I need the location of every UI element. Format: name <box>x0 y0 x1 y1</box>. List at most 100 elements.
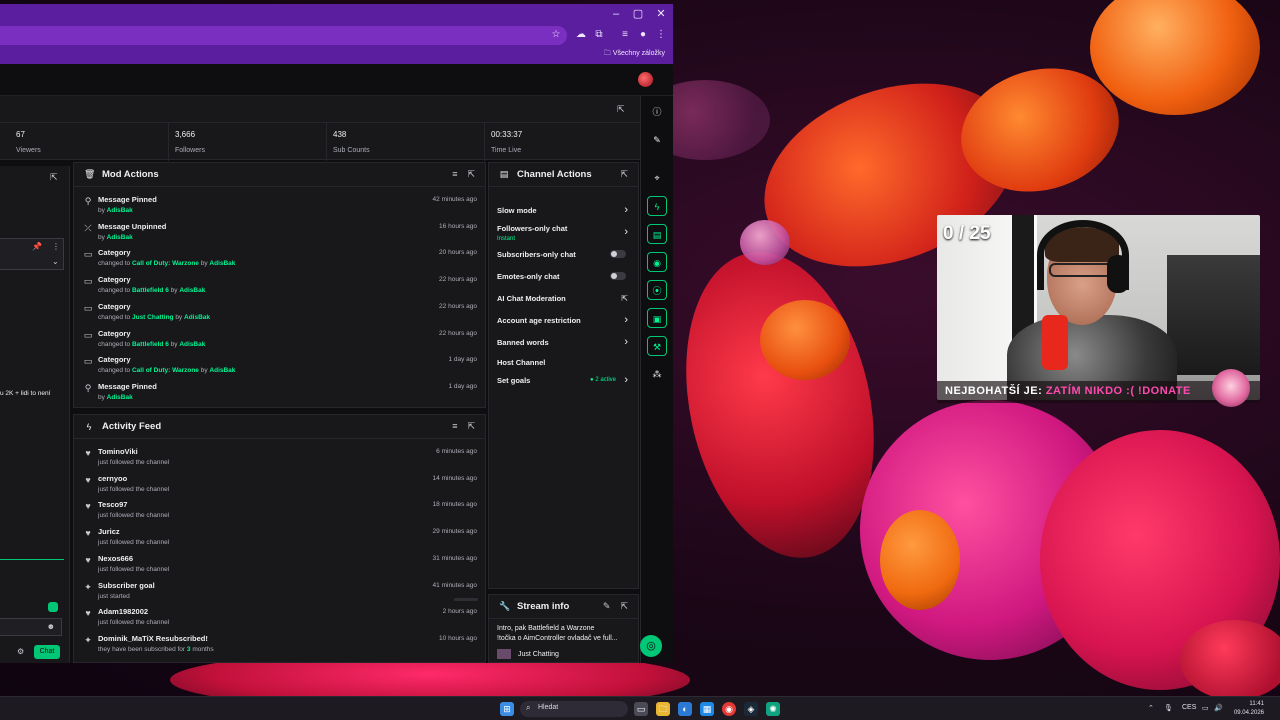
focus-icon[interactable]: ⌖ <box>647 168 667 188</box>
popout-icon[interactable]: ⇱ <box>467 421 475 432</box>
mod-action-item[interactable]: ▭ Category changed to Battlefield 6 by Adi… <box>82 327 479 353</box>
toggle-switch[interactable] <box>610 250 626 258</box>
detail-highlight: Call of Duty: Warzone <box>131 260 199 268</box>
store-icon[interactable]: ▦ <box>700 702 714 716</box>
info-icon[interactable]: ⓘ <box>647 102 667 122</box>
chevron-right-icon[interactable]: › <box>624 226 628 238</box>
detail-prefix: changed to <box>98 367 132 375</box>
detail-prefix: by <box>98 393 107 401</box>
translate-icon[interactable]: ≡ <box>618 28 632 42</box>
channel-action-followers-only-chat[interactable]: Followers-only chat Instant › <box>497 223 630 245</box>
avatar[interactable] <box>638 72 653 87</box>
stat-value: 438 <box>333 130 347 139</box>
task-view-icon[interactable]: ▭ <box>634 702 648 716</box>
quick-actions-rail: ⓘ ✎ ⌖ ϟ ▤ ◉ ⦿ ▣ ⚒ ⁂ <box>640 96 673 663</box>
taskbar-search[interactable]: ⌕ Hledat <box>520 701 628 717</box>
chat-send-button[interactable]: Chat <box>34 645 60 659</box>
popout-icon[interactable]: ⇱ <box>620 601 628 612</box>
network-icon[interactable]: ▭ <box>1202 704 1209 712</box>
maximize-icon[interactable]: ▢ <box>630 6 646 22</box>
activity-item[interactable]: ♥ cernyoo just followed the channel 14 minu… <box>82 472 479 498</box>
channel-action-sub: Instant <box>497 236 516 242</box>
mod-action-item[interactable]: ▭ Category changed to Call of Duty: Warzon… <box>82 353 479 379</box>
mod-actions-header: 🗑 Mod Actions ≡ ⇱ <box>74 163 485 187</box>
chevron-down-icon[interactable]: ⌄ <box>52 257 59 266</box>
activity-item[interactable]: ✦ Dominik_MaTiX Resubscribed! they have be… <box>82 632 479 658</box>
channel-action-slow-mode[interactable]: Slow mode › <box>497 201 630 223</box>
close-icon[interactable]: ✕ <box>653 6 669 22</box>
windows-start-icon[interactable]: ⊞ <box>500 702 514 716</box>
broadcast-icon[interactable]: ⦿ <box>647 280 667 300</box>
pin-icon[interactable]: 📌 <box>32 242 42 251</box>
browser-titlebar[interactable]: – ▢ ✕ <box>0 4 673 24</box>
share-icon[interactable]: ⁂ <box>647 364 667 384</box>
channel-action-emotes-only-chat[interactable]: Emotes-only chat <box>497 267 630 289</box>
pinned-message-box[interactable]: 📌 ⋮ ⌄ <box>0 238 64 270</box>
pin-icon: ⚲ <box>84 382 92 393</box>
address-bar[interactable]: ☆ <box>0 26 567 45</box>
filter-icon[interactable]: ≡ <box>452 421 457 432</box>
filter-icon[interactable]: ≡ <box>452 169 457 180</box>
settings-icon[interactable]: ⚙ <box>17 647 24 656</box>
popout-icon[interactable]: ⇱ <box>617 104 625 115</box>
emoji-icon[interactable]: ☻ <box>47 622 55 631</box>
activity-item[interactable]: ♥ Juricz just followed the channel 29 minut… <box>82 525 479 551</box>
mod-action-item[interactable]: ▭ Category changed to Just Chatting by Adi… <box>82 300 479 326</box>
popout-icon[interactable]: ⇱ <box>467 169 475 180</box>
mod-action-item[interactable]: ⚲ Message Pinned by AdisBak 42 minutes ago <box>82 193 479 219</box>
clip-icon[interactable]: ▤ <box>647 224 667 244</box>
activity-item[interactable]: ♥ TominoViki just followed the channel 6 mi… <box>82 445 479 471</box>
stat-label: Followers <box>175 147 205 154</box>
volume-icon[interactable]: 🔊 <box>1214 704 1223 712</box>
chrome-icon[interactable]: ◉ <box>722 702 736 716</box>
chat-bubble-icon[interactable]: ◉ <box>647 252 667 272</box>
chatgpt-icon[interactable]: ✺ <box>766 702 780 716</box>
lightning-icon[interactable]: ϟ <box>647 196 667 216</box>
external-link-icon[interactable]: ⇱ <box>621 294 628 303</box>
cloud-icon[interactable]: ☁ <box>574 28 588 42</box>
detail-text: just followed the channel <box>98 565 170 573</box>
channel-action-ai-chat-moderation[interactable]: AI Chat Moderation ⇱ <box>497 289 630 311</box>
language-indicator[interactable]: CES <box>1182 704 1196 711</box>
activity-item[interactable]: ♥ Nexos666 just followed the channel 31 min… <box>82 552 479 578</box>
chevron-right-icon[interactable]: › <box>624 314 628 326</box>
chevron-right-icon[interactable]: › <box>624 204 628 216</box>
all-bookmarks-link[interactable]: 🗀 Všechny záložky <box>604 49 665 60</box>
toggle-switch[interactable] <box>610 272 626 280</box>
channel-action-account-age-restriction[interactable]: Account age restriction › <box>497 311 630 333</box>
menu-icon[interactable]: ⋮ <box>654 28 668 42</box>
emote-icon[interactable] <box>48 602 58 612</box>
taskbar-clock[interactable]: 11:41 09.04.2026 <box>1232 700 1264 718</box>
mod-action-item[interactable]: ⤫ Message Unpinned by AdisBak 16 hours ago <box>82 220 479 246</box>
pencil-icon[interactable]: ✎ <box>647 130 667 150</box>
activity-item[interactable]: ✦ Subscriber goal just started 41 minutes a… <box>82 579 479 605</box>
headset-help-button[interactable]: ◎ <box>640 635 662 657</box>
edit-icon[interactable]: ✎ <box>603 601 611 612</box>
steam-icon[interactable]: ◈ <box>744 702 758 716</box>
chat-input[interactable]: ☻ <box>0 618 62 636</box>
tray-chevron-icon[interactable]: ⌃ <box>1148 704 1154 712</box>
wrench-icon[interactable]: ⚒ <box>647 336 667 356</box>
edge-browser-icon[interactable]: ◐ <box>678 702 692 716</box>
chevron-right-icon[interactable]: › <box>624 374 628 386</box>
microphone-icon[interactable]: 🎙 <box>1164 704 1173 712</box>
mod-action-item[interactable]: ⚲ Message Pinned by AdisBak 1 day ago <box>82 380 479 406</box>
extensions-icon[interactable]: ⧉ <box>592 28 606 42</box>
channel-action-banned-words[interactable]: Banned words › <box>497 333 630 355</box>
minimize-icon[interactable]: – <box>608 6 624 22</box>
channel-action-set-goals[interactable]: Set goals › ● 2 active <box>497 371 630 393</box>
activity-item[interactable]: ♥ Adam1982002 just followed the channel 2 h… <box>82 605 479 631</box>
star-icon[interactable]: ☆ <box>549 28 563 42</box>
profile-icon[interactable]: ● <box>636 28 650 42</box>
activity-name: Tesco97 <box>98 500 128 510</box>
activity-item[interactable]: ♥ Tesco97 just followed the channel 18 minu… <box>82 498 479 524</box>
chevron-right-icon[interactable]: › <box>624 336 628 348</box>
popout-icon[interactable]: ⇱ <box>620 169 628 180</box>
file-explorer-icon[interactable]: 🗀 <box>656 702 670 716</box>
mod-action-item[interactable]: ▭ Category changed to Battlefield 6 by Adi… <box>82 273 479 299</box>
channel-action-subscribers-only-chat[interactable]: Subscribers-only chat <box>497 245 630 267</box>
more-icon[interactable]: ⋮ <box>52 242 60 251</box>
layout-icon[interactable]: ▣ <box>647 308 667 328</box>
mod-action-item[interactable]: ▭ Category changed to Call of Duty: Warzon… <box>82 246 479 272</box>
chat-popout-icon[interactable]: ⇱ <box>50 172 58 183</box>
